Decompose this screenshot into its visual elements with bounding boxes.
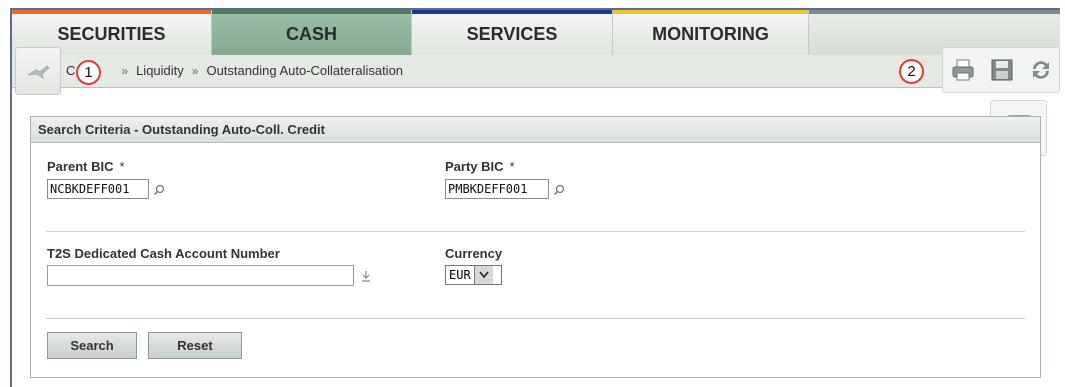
cash-account-field[interactable] (47, 265, 354, 286)
currency-value: EUR (449, 268, 471, 282)
main-tabs: SECURITIES CASH SERVICES MONITORING (12, 10, 1060, 55)
pin-icon (27, 65, 50, 80)
cash-account-label: T2S Dedicated Cash Account Number (47, 246, 280, 261)
tab-label: CASH (285, 23, 337, 44)
tab-label: MONITORING (652, 23, 769, 44)
save-button[interactable] (988, 57, 1016, 83)
required-marker: * (119, 159, 125, 174)
tab-stripe (212, 10, 411, 14)
tab-stripe (412, 10, 612, 14)
breadcrumb-item-current: Outstanding Auto-Collateralisation (206, 63, 404, 78)
currency-select[interactable]: EUR (445, 265, 502, 285)
callout-marker: 2 (899, 59, 924, 84)
parent-bic-field[interactable]: NCBKDEFF001 (47, 179, 149, 199)
print-button[interactable] (949, 57, 977, 83)
party-bic-label: Party BIC * (445, 159, 515, 174)
search-icon[interactable] (153, 184, 165, 196)
print-icon (952, 59, 974, 81)
breadcrumb-item-cash[interactable]: C (66, 63, 75, 78)
toolbar (942, 47, 1060, 93)
tab-stripe (809, 10, 1060, 14)
download-arrow-icon[interactable] (361, 270, 371, 282)
callout-marker: 1 (76, 60, 101, 85)
tab-label: SECURITIES (57, 23, 166, 44)
search-button[interactable]: Search (47, 332, 137, 359)
parent-bic-label: Parent BIC * (47, 159, 125, 174)
section-divider (46, 231, 1025, 232)
breadcrumb-separator: » (121, 63, 129, 78)
search-icon[interactable] (553, 184, 565, 196)
panel-title: Search Criteria - Outstanding Auto-Coll.… (31, 117, 1040, 143)
tab-services[interactable]: SERVICES (412, 10, 613, 55)
breadcrumb-item-liquidity[interactable]: Liquidity (136, 63, 184, 78)
tab-stripe (613, 10, 808, 14)
breadcrumb: C » Liquidity » Outstanding Auto-Collate… (66, 63, 403, 78)
currency-label: Currency (445, 246, 503, 261)
refresh-button[interactable] (1027, 57, 1055, 83)
party-bic-field[interactable]: PMBKDEFF001 (445, 179, 549, 199)
pin-button[interactable] (15, 47, 61, 95)
breadcrumb-separator: » (191, 63, 199, 78)
tab-cash[interactable]: CASH (212, 10, 412, 55)
tab-stripe (12, 10, 211, 14)
chevron-down-icon (473, 266, 493, 284)
tab-label: SERVICES (466, 23, 558, 44)
reset-button[interactable]: Reset (148, 332, 242, 359)
save-icon (991, 59, 1013, 81)
required-marker: * (509, 159, 515, 174)
search-criteria-panel: Search Criteria - Outstanding Auto-Coll.… (30, 116, 1041, 378)
section-divider (46, 318, 1025, 319)
tab-monitoring[interactable]: MONITORING (613, 10, 809, 55)
refresh-icon (1033, 61, 1049, 79)
